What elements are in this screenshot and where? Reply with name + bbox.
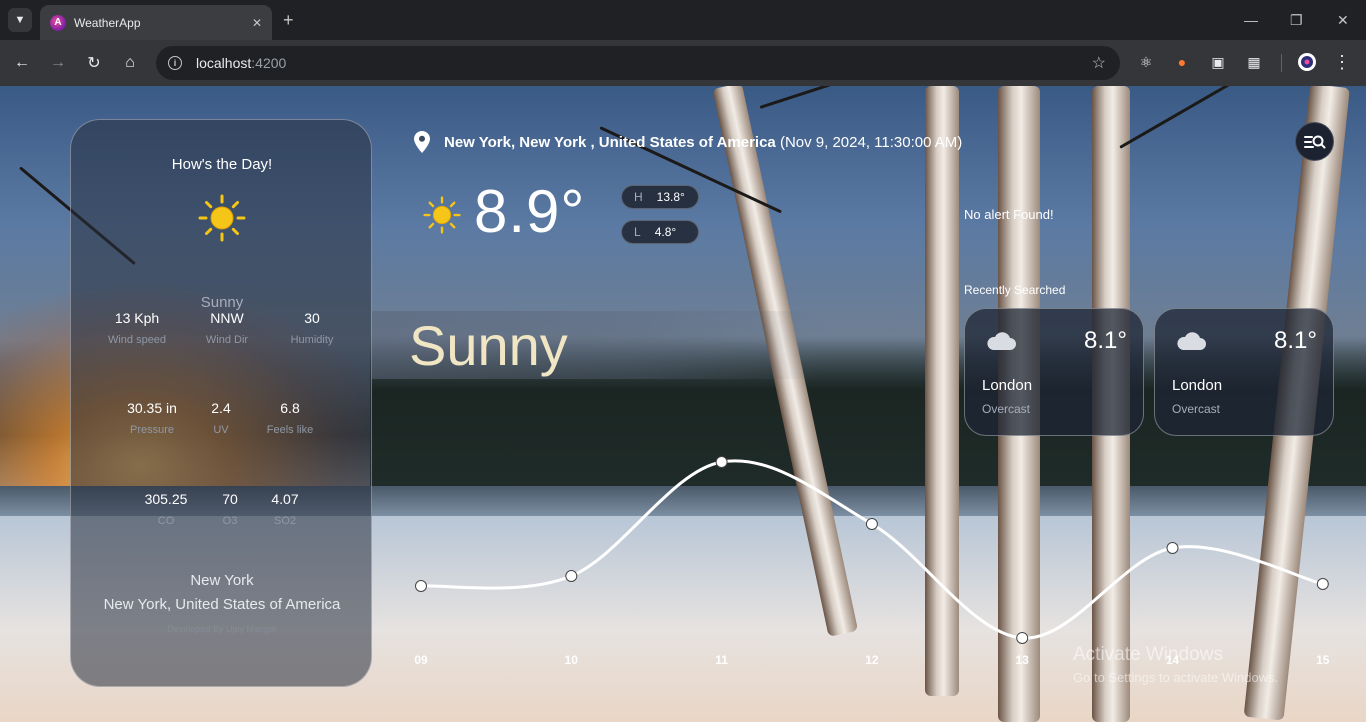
hour-label: 11	[715, 653, 728, 667]
feels-like-label: Feels like	[266, 424, 314, 436]
hourly-curve-line	[420, 459, 1324, 640]
so2-value: 4.07	[271, 491, 299, 507]
hour-label: 12	[865, 653, 879, 667]
reload-icon[interactable]: ↻	[83, 52, 105, 74]
extensions-puzzle-icon[interactable]: ▦	[1244, 52, 1264, 72]
high-value: 13.8°	[656, 190, 685, 204]
recent-temp: 8.1°	[1274, 327, 1317, 354]
hour-label: 13	[1015, 653, 1029, 667]
hourly-point	[1316, 578, 1329, 590]
hourly-point	[865, 518, 878, 530]
so2-stat: 4.07 SO2	[235, 491, 335, 527]
camera-extension-icon[interactable]: ▣	[1208, 52, 1228, 72]
recent-temp: 8.1°	[1084, 327, 1127, 354]
toolbar-divider	[1281, 54, 1282, 72]
extension-orange-icon[interactable]: ●	[1172, 52, 1192, 72]
watermark-line2: Go to Settings to activate Windows.	[1073, 670, 1279, 685]
feels-like-value: 6.8	[280, 400, 300, 416]
recent-city: London	[982, 377, 1033, 394]
location-pin-icon	[414, 131, 430, 153]
address-bar[interactable]: i localhost:4200 ☆	[156, 46, 1120, 80]
react-devtools-icon[interactable]: ⚛	[1136, 52, 1156, 72]
card-city: New York	[190, 572, 254, 589]
humidity-label: Humidity	[290, 334, 334, 346]
humidity-stat: 30 Humidity	[262, 310, 362, 346]
recent-city: London	[1172, 377, 1223, 394]
close-window-icon[interactable]: ✕	[1337, 10, 1349, 30]
forward-icon[interactable]: →	[47, 52, 69, 74]
recent-card[interactable]: 8.1° London Overcast	[1154, 308, 1334, 436]
developer-credit: Developed By Ujey Mangat	[167, 624, 277, 634]
search-list-icon	[1303, 135, 1325, 148]
hourly-point	[1016, 632, 1029, 644]
hourly-point	[1166, 542, 1179, 554]
hour-label: 10	[564, 653, 578, 667]
alert-status: No alert Found!	[964, 207, 1054, 222]
day-summary-card: How's the Day! Sunny 13 Kph Wind speed N…	[70, 119, 372, 687]
profile-avatar[interactable]	[1297, 52, 1317, 72]
watermark-line1: Activate Windows	[1073, 644, 1223, 665]
sun-icon	[198, 194, 246, 242]
hour-label: 15	[1316, 653, 1330, 667]
hour-label: 09	[414, 653, 428, 667]
card-full-location: New York, United States of America	[103, 596, 341, 613]
cloud-icon	[987, 332, 1016, 350]
tab-search-icon[interactable]: ▼	[8, 8, 32, 32]
so2-label: SO2	[273, 515, 296, 527]
hourly-point	[565, 570, 578, 582]
browser-tabbar: ▼ A WeatherApp ✕ + — ❐ ✕	[0, 0, 1366, 40]
tab-weatherapp[interactable]: A WeatherApp ✕	[40, 5, 272, 40]
low-temp-pill: L 4.8°	[621, 220, 699, 244]
restore-icon[interactable]: ❐	[1290, 10, 1303, 30]
home-icon[interactable]: ⌂	[119, 52, 141, 74]
recent-condition: Overcast	[982, 402, 1031, 416]
background-branch	[1119, 86, 1260, 149]
site-info-icon[interactable]: i	[168, 56, 182, 70]
browser-menu-icon[interactable]: ⋮	[1332, 52, 1352, 72]
location-header: New York, New York , United States of Am…	[444, 134, 962, 151]
humidity-value: 30	[304, 310, 320, 326]
current-temperature: 8.9°	[474, 178, 586, 245]
weather-page: How's the Day! Sunny 13 Kph Wind speed N…	[0, 86, 1366, 722]
location-datetime: (Nov 9, 2024, 11:30:00 AM)	[779, 134, 963, 151]
location-name: New York, New York , United States of Am…	[444, 134, 776, 151]
recent-condition: Overcast	[1172, 402, 1221, 416]
back-icon[interactable]: ←	[11, 52, 33, 74]
browser-toolbar: ← → ↻ ⌂ i localhost:4200 ☆ ⚛ ● ▣ ▦ ⋮	[0, 40, 1366, 86]
wind-speed-label: Wind speed	[107, 334, 167, 346]
bookmark-star-icon[interactable]: ☆	[1092, 53, 1106, 73]
feels-like-stat: 6.8 Feels like	[240, 400, 340, 436]
tab-title: WeatherApp	[74, 15, 141, 30]
hourly-point	[715, 456, 728, 468]
condition-banner-text: Sunny	[409, 314, 568, 377]
search-button[interactable]	[1295, 122, 1334, 161]
low-value: 4.8°	[654, 225, 677, 239]
wind-speed-stat: 13 Kph Wind speed	[87, 310, 187, 346]
high-temp-pill: H 13.8°	[621, 185, 699, 209]
low-label: L	[634, 225, 641, 239]
angular-favicon-icon: A	[50, 14, 66, 31]
card-title: How's the Day!	[171, 156, 273, 173]
url-text: localhost:4200	[196, 55, 286, 71]
background-branch	[759, 86, 932, 109]
recent-title: Recently Searched	[964, 283, 1066, 297]
condition-label: Sunny	[200, 294, 244, 311]
minimize-icon[interactable]: —	[1244, 10, 1258, 30]
recent-card[interactable]: 8.1° London Overcast	[964, 308, 1144, 436]
url-port: :4200	[251, 55, 287, 71]
url-host: localhost	[196, 55, 252, 71]
new-tab-icon[interactable]: +	[283, 10, 294, 30]
windows-activation-watermark: Activate Windows Go to Settings to activ…	[1073, 644, 1278, 685]
tab-close-icon[interactable]: ✕	[252, 16, 262, 30]
current-sun-icon	[423, 196, 461, 234]
wind-speed-value: 13 Kph	[114, 310, 160, 326]
hourly-point	[415, 580, 427, 592]
high-label: H	[634, 190, 643, 204]
cloud-icon	[1177, 332, 1206, 350]
